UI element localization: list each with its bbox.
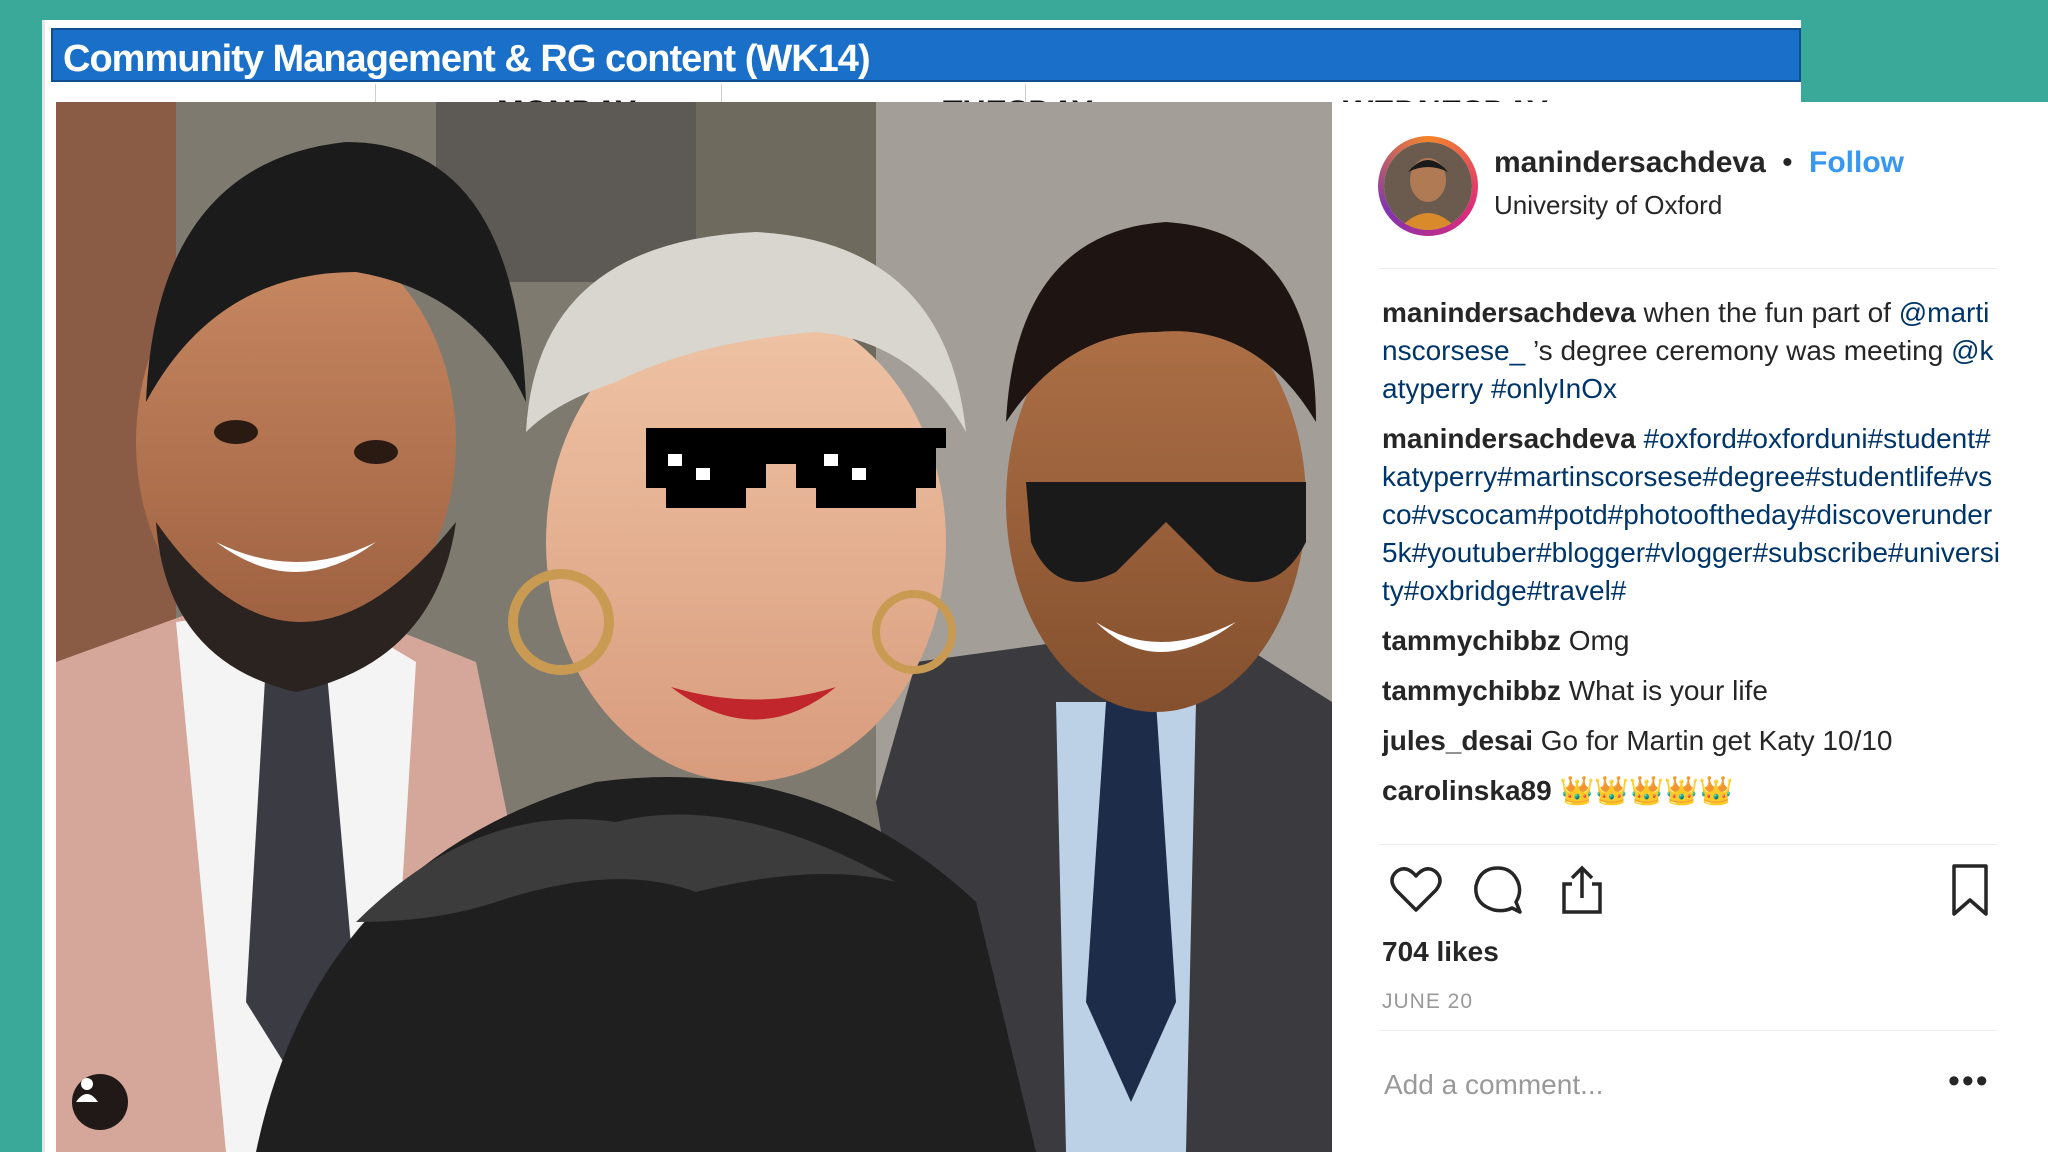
divider xyxy=(1378,268,1998,269)
action-bar xyxy=(1378,862,2008,922)
comment-item: manindersachdeva when the fun part of @m… xyxy=(1382,294,2002,408)
sheet-title: Community Management & RG content (WK14) xyxy=(63,38,871,80)
comment-username[interactable]: jules_desai xyxy=(1382,725,1533,756)
comment-text: when the fun part of xyxy=(1635,297,1899,328)
bookmark-icon[interactable] xyxy=(1942,862,1998,918)
comment-item: carolinska89 👑👑👑👑👑 xyxy=(1382,772,2002,810)
comment-username[interactable]: manindersachdeva xyxy=(1382,297,1636,328)
comment-text: 👑👑👑👑👑 xyxy=(1551,775,1734,806)
comment-username[interactable]: tammychibbz xyxy=(1382,675,1561,706)
comment-item: jules_desai Go for Martin get Katy 10/10 xyxy=(1382,722,2002,760)
likes-count[interactable]: 704 likes xyxy=(1382,936,1499,968)
share-icon[interactable] xyxy=(1554,862,1610,918)
heart-icon[interactable] xyxy=(1388,862,1444,918)
comment-username[interactable]: manindersachdeva xyxy=(1382,423,1636,454)
avatar-image xyxy=(1384,142,1472,230)
divider xyxy=(1378,1030,1998,1031)
post-location[interactable]: University of Oxford xyxy=(1494,190,1722,221)
post-date: JUNE 20 xyxy=(1382,990,1474,1013)
post-photo[interactable] xyxy=(56,102,1332,1152)
post-details-panel: manindersachdeva • Follow University of … xyxy=(1332,102,2048,1152)
comment-item: tammychibbz Omg xyxy=(1382,622,2002,660)
separator-dot: • xyxy=(1782,146,1793,179)
comment-username[interactable]: tammychibbz xyxy=(1382,625,1561,656)
user-tag-icon[interactable] xyxy=(72,1074,128,1130)
follow-button[interactable]: Follow xyxy=(1809,146,1904,179)
post-author-username[interactable]: manindersachdeva xyxy=(1494,146,1766,179)
comment-link[interactable]: #onlyInOx xyxy=(1491,373,1617,404)
comment-icon[interactable] xyxy=(1470,862,1526,918)
comment-text: ’s degree ceremony was meeting xyxy=(1525,335,1952,366)
sheet-header-bar: Community Management & RG content (WK14) xyxy=(51,28,1801,82)
comment-item: manindersachdeva #oxford#oxforduni#stude… xyxy=(1382,420,2002,610)
comment-text: Go for Martin get Katy 10/10 xyxy=(1532,725,1893,756)
selfie-illustration xyxy=(56,102,1332,1152)
more-options-button[interactable]: ••• xyxy=(1948,1062,1990,1101)
comment-text xyxy=(1483,373,1491,404)
divider xyxy=(1378,844,1998,845)
comment-item: tammychibbz What is your life xyxy=(1382,672,2002,710)
avatar[interactable] xyxy=(1378,136,1478,236)
comment-username[interactable]: carolinska89 xyxy=(1382,775,1552,806)
comment-text: Omg xyxy=(1560,625,1630,656)
add-comment-input[interactable] xyxy=(1382,1062,1906,1108)
comments-list[interactable]: manindersachdeva when the fun part of @m… xyxy=(1382,294,2002,842)
comment-text: What is your life xyxy=(1560,675,1768,706)
